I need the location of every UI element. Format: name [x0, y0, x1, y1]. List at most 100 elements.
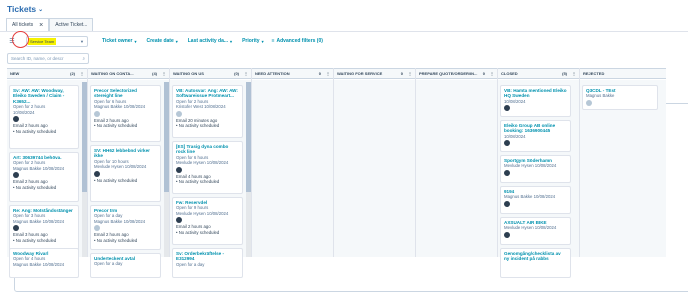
scrollbar-thumb[interactable] — [82, 82, 87, 192]
avatar — [504, 231, 510, 238]
ticket-card[interactable]: Sv: Orderbekräftelse - E312994 Open for … — [172, 248, 243, 278]
ticket-card[interactable]: VB: Hamta mentioned Eleiko HQ Sweden 10/… — [500, 85, 571, 117]
column-body: VB: Hamta mentioned Eleiko HQ Sweden 10/… — [498, 80, 579, 278]
chevron-down-icon: ▾ — [134, 38, 137, 44]
column-new: NEW (2) ⋮ Sv: AW: AW: Woodway, Eleiko Swed… — [7, 68, 88, 278]
ticket-owner-date: Mevlude Hysen 10/08/2024 — [176, 160, 229, 166]
page-title[interactable]: Tickets ⌄ — [7, 4, 43, 14]
column-header: WAITING ON US (0) ⋮ — [170, 68, 251, 79]
column-name: NEW — [10, 71, 20, 76]
chevron-down-icon: ⌄ — [38, 6, 44, 13]
ticket-title[interactable]: Sv: Orderbekräftelse - E312994 — [176, 251, 239, 262]
avatar — [13, 116, 19, 123]
ticket-card[interactable]: AXSUALT AIR BIKE Mevlude Hysen 10/08/202… — [500, 217, 571, 245]
ticket-card[interactable]: Woodway Rivarl Open for 4 hours Magnus B… — [9, 248, 79, 278]
ticket-owner-date: Mevlude Hysen 10/08/2024 — [176, 210, 229, 216]
ticket-title[interactable]: Eleiko Group AB online booking: 16369004… — [504, 123, 567, 134]
more-options-icon[interactable]: ⋮ — [572, 71, 576, 76]
column-name: PREPARE QUOTE/ORDER/IN... — [419, 71, 478, 76]
filter-create-date[interactable]: Create date ▾ — [147, 38, 178, 44]
scrollbar-thumb[interactable] — [164, 82, 169, 192]
ticket-owner-date: Magnus Bakke — [586, 93, 615, 99]
filter-priority[interactable]: Priority ▾ — [242, 38, 264, 44]
ticket-card[interactable]: Sv: AW: AW: Woodway, Eleiko Sweden / Cla… — [9, 85, 79, 149]
chevron-down-icon: ▼ — [80, 38, 84, 44]
ticket-card[interactable]: 9194 Magnus Bakke 10/08/2024 — [500, 186, 571, 214]
column-scrollbar[interactable] — [246, 82, 251, 257]
avatar — [504, 200, 510, 207]
ticket-card[interactable]: Precor Selectorized stereight line Open … — [90, 85, 161, 142]
column-waiting-on-us: WAITING ON US (0) ⋮ VB: Autosvar: Ang: AW:… — [170, 68, 252, 278]
chevron-down-icon: ▾ — [261, 38, 264, 44]
more-options-icon[interactable]: ⋮ — [326, 71, 330, 76]
view-tabs: All tickets × Active Ticket... — [6, 18, 94, 31]
tab-label: Active Ticket... — [55, 22, 88, 28]
column-scrollbar[interactable] — [82, 82, 87, 257]
avatar — [94, 110, 100, 117]
more-options-icon[interactable]: ⋮ — [408, 71, 412, 76]
column-count: 0 — [400, 71, 403, 76]
ticket-title[interactable]: Genomgång/checklista av ny incident på r… — [504, 251, 567, 262]
column-name: CLOSED — [501, 71, 518, 76]
advanced-filters-button[interactable]: ≡ Advanced filters (0) — [272, 38, 323, 44]
avatar — [504, 140, 510, 147]
ticket-card[interactable]: Precor trm Open for a day Magnus Bakke 1… — [90, 205, 161, 250]
ticket-card[interactable]: [ES] Trasig dyna combo rock line Open fo… — [172, 141, 243, 194]
ticket-board: NEW (2) ⋮ Sv: AW: AW: Woodway, Eleiko Swed… — [7, 68, 688, 278]
search-placeholder: Search ID, name, or descr — [11, 56, 64, 61]
ticket-owner-date: Mevlude Hysen 10/08/2024 — [504, 163, 557, 169]
column-body — [252, 80, 333, 257]
search-input[interactable]: Search ID, name, or descr ⌕ — [7, 53, 89, 64]
column-scrollbar[interactable] — [164, 82, 169, 257]
ticket-next-activity: • No activity scheduled — [94, 237, 138, 243]
chevron-down-icon: ▾ — [230, 38, 233, 44]
ticket-title[interactable]: [ES] Trasig dyna combo rock line — [176, 144, 239, 155]
more-options-icon[interactable]: ⋮ — [80, 71, 84, 76]
filter-icon: ≡ — [271, 38, 275, 44]
column-body — [416, 80, 497, 257]
more-options-icon[interactable]: ⋮ — [244, 71, 248, 76]
column-header: NEED ATTENTION 0 ⋮ — [252, 68, 333, 79]
ticket-title[interactable]: VB: Autosvar: Ang: AW: AW: Softwareissue… — [176, 88, 239, 99]
ticket-card[interactable]: Art: 30639744 behöva. Open for 2 hours M… — [9, 152, 79, 202]
ticket-next-activity: • No activity scheduled — [176, 229, 220, 235]
ticket-title[interactable]: Sv: AW: AW: Woodway, Eleiko Sweden / Cla… — [13, 88, 75, 105]
tab-active-tickets[interactable]: Active Ticket... — [49, 18, 94, 31]
avatar — [504, 105, 510, 112]
ticket-title[interactable]: VB: Hamta mentioned Eleiko HQ Sweden — [504, 88, 567, 99]
page-title-text: Tickets — [7, 4, 37, 14]
column-count: (4) — [152, 71, 157, 76]
ticket-owner-date: Kristofer West 10/08/2024 — [176, 104, 226, 110]
highlight-annotation — [12, 31, 29, 48]
scrollbar-thumb[interactable] — [246, 82, 251, 192]
avatar — [504, 169, 510, 176]
ticket-title[interactable]: Precor Selectorized stereight line — [94, 88, 157, 99]
ticket-card[interactable]: VB: Autosvar: Ang: AW: AW: Softwareissue… — [172, 85, 243, 138]
ticket-title[interactable]: SV: HH62 lebbebnd virker ikke — [94, 148, 157, 159]
column-name: WAITING ON CONTA... — [91, 71, 134, 76]
ticket-card[interactable]: SV: HH62 lebbebnd virker ikke Open for 1… — [90, 145, 161, 202]
column-body: Q3CDL - TEst Magnus Bakke — [580, 80, 666, 257]
column-waiting-for-service: WAITING FOR SERVICE 0 ⋮ — [334, 68, 416, 257]
filter-last-activity[interactable]: Last activity da... ▾ — [188, 38, 232, 44]
column-body — [334, 80, 415, 257]
column-need-attention: NEED ATTENTION 0 ⋮ — [252, 68, 334, 257]
filter-label: Create date — [146, 38, 174, 44]
ticket-card[interactable]: Eleiko Group AB online booking: 16369004… — [500, 120, 571, 152]
more-options-icon[interactable]: ⋮ — [162, 71, 166, 76]
filter-ticket-owner[interactable]: Ticket owner ▾ — [102, 38, 137, 44]
ticket-card[interactable]: Sportgym Söderhamn Mevlude Hysen 10/08/2… — [500, 155, 571, 183]
chevron-down-icon: ▾ — [175, 38, 178, 44]
column-header: WAITING FOR SERVICE 0 ⋮ — [334, 68, 415, 79]
close-icon[interactable]: × — [39, 22, 43, 29]
column-count: (2) — [70, 71, 75, 76]
pipeline-value: Service Team — [28, 37, 57, 45]
column-body: Precor Selectorized stereight line Open … — [88, 80, 169, 278]
ticket-card[interactable]: Fw: Reservdel Open for 9 hours Mevlude H… — [172, 197, 243, 245]
ticket-card[interactable]: Q3CDL - TEst Magnus Bakke — [582, 85, 658, 110]
tab-all-tickets[interactable]: All tickets × — [6, 18, 50, 31]
more-options-icon[interactable]: ⋮ — [490, 71, 494, 76]
pipeline-select[interactable]: Service Team ▼ — [26, 35, 88, 47]
filter-label: Priority — [242, 38, 260, 44]
ticket-card[interactable]: Genomgång/checklista av ny incident på r… — [500, 248, 571, 278]
